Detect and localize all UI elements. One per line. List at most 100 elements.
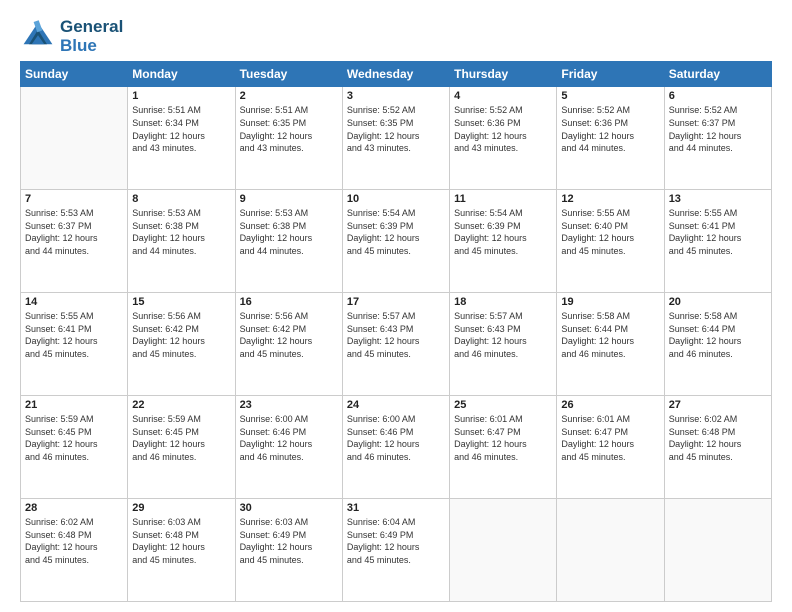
calendar-table: SundayMondayTuesdayWednesdayThursdayFrid… [20,61,772,602]
calendar-week-2: 14 Sunrise: 5:55 AM Sunset: 6:41 PM Dayli… [21,293,772,396]
day-number: 21 [25,399,123,411]
calendar-cell: 1 Sunrise: 5:51 AM Sunset: 6:34 PM Daylig… [128,87,235,190]
calendar-header-sunday: Sunday [21,62,128,87]
day-info: Sunrise: 5:59 AM Sunset: 6:45 PM Dayligh… [132,413,230,463]
day-number: 23 [240,399,338,411]
calendar-cell: 6Sunrise: 5:52 AM Sunset: 6:37 PM Daylig… [664,87,771,190]
logo-text-general: General [60,18,123,37]
day-info: Sunrise: 5:55 AM Sunset: 6:40 PM Dayligh… [561,207,659,257]
day-info: Sunrise: 5:53 AM Sunset: 6:38 PM Dayligh… [132,207,230,257]
calendar-week-3: 21 Sunrise: 5:59 AM Sunset: 6:45 PM Dayli… [21,396,772,499]
calendar-cell: 20 Sunrise: 5:58 AM Sunset: 6:44 PM Dayli… [664,293,771,396]
day-number: 27 [669,399,767,411]
calendar-header-thursday: Thursday [450,62,557,87]
calendar-week-1: 7Sunrise: 5:53 AM Sunset: 6:37 PM Daylig… [21,190,772,293]
day-number: 8 [132,193,230,205]
calendar-cell [450,499,557,602]
day-info: Sunrise: 6:03 AM Sunset: 6:49 PM Dayligh… [240,516,338,566]
calendar-cell: 31 Sunrise: 6:04 AM Sunset: 6:49 PM Dayli… [342,499,449,602]
day-number: 5 [561,90,659,102]
day-info: Sunrise: 5:56 AM Sunset: 6:42 PM Dayligh… [132,310,230,360]
day-info: Sunrise: 5:51 AM Sunset: 6:35 PM Dayligh… [240,104,338,154]
day-number: 3 [347,90,445,102]
calendar-cell: 25Sunrise: 6:01 AM Sunset: 6:47 PM Dayli… [450,396,557,499]
calendar-cell: 23 Sunrise: 6:00 AM Sunset: 6:46 PM Dayli… [235,396,342,499]
logo: General Blue [20,18,123,55]
day-number: 16 [240,296,338,308]
calendar-cell: 2Sunrise: 5:51 AM Sunset: 6:35 PM Daylig… [235,87,342,190]
logo-text-blue: Blue [60,37,123,56]
day-number: 17 [347,296,445,308]
calendar-cell: 7Sunrise: 5:53 AM Sunset: 6:37 PM Daylig… [21,190,128,293]
calendar-week-0: 1 Sunrise: 5:51 AM Sunset: 6:34 PM Daylig… [21,87,772,190]
day-info: Sunrise: 6:02 AM Sunset: 6:48 PM Dayligh… [669,413,767,463]
calendar-cell: 24Sunrise: 6:00 AM Sunset: 6:46 PM Dayli… [342,396,449,499]
calendar-header-monday: Monday [128,62,235,87]
day-number: 29 [132,502,230,514]
calendar-header-tuesday: Tuesday [235,62,342,87]
calendar-cell: 10Sunrise: 5:54 AM Sunset: 6:39 PM Dayli… [342,190,449,293]
calendar-cell: 17 Sunrise: 5:57 AM Sunset: 6:43 PM Dayli… [342,293,449,396]
calendar-cell: 29Sunrise: 6:03 AM Sunset: 6:48 PM Dayli… [128,499,235,602]
calendar-cell: 5 Sunrise: 5:52 AM Sunset: 6:36 PM Daylig… [557,87,664,190]
day-number: 18 [454,296,552,308]
day-info: Sunrise: 5:57 AM Sunset: 6:43 PM Dayligh… [347,310,445,360]
day-number: 30 [240,502,338,514]
header: General Blue [20,18,772,55]
calendar-cell: 8 Sunrise: 5:53 AM Sunset: 6:38 PM Daylig… [128,190,235,293]
day-info: Sunrise: 6:01 AM Sunset: 6:47 PM Dayligh… [454,413,552,463]
day-number: 28 [25,502,123,514]
calendar-cell [21,87,128,190]
day-number: 15 [132,296,230,308]
calendar-cell: 18 Sunrise: 5:57 AM Sunset: 6:43 PM Dayli… [450,293,557,396]
calendar-cell: 28Sunrise: 6:02 AM Sunset: 6:48 PM Dayli… [21,499,128,602]
calendar-header-row: SundayMondayTuesdayWednesdayThursdayFrid… [21,62,772,87]
day-number: 6 [669,90,767,102]
calendar-cell: 11 Sunrise: 5:54 AM Sunset: 6:39 PM Dayli… [450,190,557,293]
day-number: 20 [669,296,767,308]
day-info: Sunrise: 6:04 AM Sunset: 6:49 PM Dayligh… [347,516,445,566]
calendar-cell [664,499,771,602]
calendar-cell: 30 Sunrise: 6:03 AM Sunset: 6:49 PM Dayli… [235,499,342,602]
calendar-cell: 15 Sunrise: 5:56 AM Sunset: 6:42 PM Dayli… [128,293,235,396]
calendar-cell: 26 Sunrise: 6:01 AM Sunset: 6:47 PM Dayli… [557,396,664,499]
day-number: 31 [347,502,445,514]
calendar-cell: 19 Sunrise: 5:58 AM Sunset: 6:44 PM Dayli… [557,293,664,396]
day-number: 1 [132,90,230,102]
day-info: Sunrise: 5:51 AM Sunset: 6:34 PM Dayligh… [132,104,230,154]
calendar-week-4: 28Sunrise: 6:02 AM Sunset: 6:48 PM Dayli… [21,499,772,602]
day-info: Sunrise: 5:57 AM Sunset: 6:43 PM Dayligh… [454,310,552,360]
day-info: Sunrise: 5:58 AM Sunset: 6:44 PM Dayligh… [669,310,767,360]
day-number: 14 [25,296,123,308]
day-info: Sunrise: 6:01 AM Sunset: 6:47 PM Dayligh… [561,413,659,463]
day-info: Sunrise: 5:56 AM Sunset: 6:42 PM Dayligh… [240,310,338,360]
page: General Blue SundayMondayTuesdayWednesda… [0,0,792,612]
day-info: Sunrise: 5:53 AM Sunset: 6:38 PM Dayligh… [240,207,338,257]
day-info: Sunrise: 5:53 AM Sunset: 6:37 PM Dayligh… [25,207,123,257]
calendar-cell: 13Sunrise: 5:55 AM Sunset: 6:41 PM Dayli… [664,190,771,293]
day-number: 24 [347,399,445,411]
day-info: Sunrise: 5:52 AM Sunset: 6:36 PM Dayligh… [454,104,552,154]
day-number: 19 [561,296,659,308]
day-info: Sunrise: 5:58 AM Sunset: 6:44 PM Dayligh… [561,310,659,360]
day-info: Sunrise: 5:54 AM Sunset: 6:39 PM Dayligh… [454,207,552,257]
day-number: 22 [132,399,230,411]
calendar-header-friday: Friday [557,62,664,87]
calendar-header-saturday: Saturday [664,62,771,87]
calendar-cell: 14 Sunrise: 5:55 AM Sunset: 6:41 PM Dayli… [21,293,128,396]
calendar-cell: 3Sunrise: 5:52 AM Sunset: 6:35 PM Daylig… [342,87,449,190]
calendar-cell: 21Sunrise: 5:59 AM Sunset: 6:45 PM Dayli… [21,396,128,499]
day-number: 4 [454,90,552,102]
day-number: 26 [561,399,659,411]
calendar-header-wednesday: Wednesday [342,62,449,87]
day-info: Sunrise: 5:52 AM Sunset: 6:36 PM Dayligh… [561,104,659,154]
day-info: Sunrise: 6:00 AM Sunset: 6:46 PM Dayligh… [240,413,338,463]
logo-icon [20,19,56,55]
day-info: Sunrise: 5:55 AM Sunset: 6:41 PM Dayligh… [25,310,123,360]
day-info: Sunrise: 5:54 AM Sunset: 6:39 PM Dayligh… [347,207,445,257]
calendar-cell: 22 Sunrise: 5:59 AM Sunset: 6:45 PM Dayli… [128,396,235,499]
day-number: 9 [240,193,338,205]
calendar-cell [557,499,664,602]
calendar-cell: 12Sunrise: 5:55 AM Sunset: 6:40 PM Dayli… [557,190,664,293]
day-number: 11 [454,193,552,205]
